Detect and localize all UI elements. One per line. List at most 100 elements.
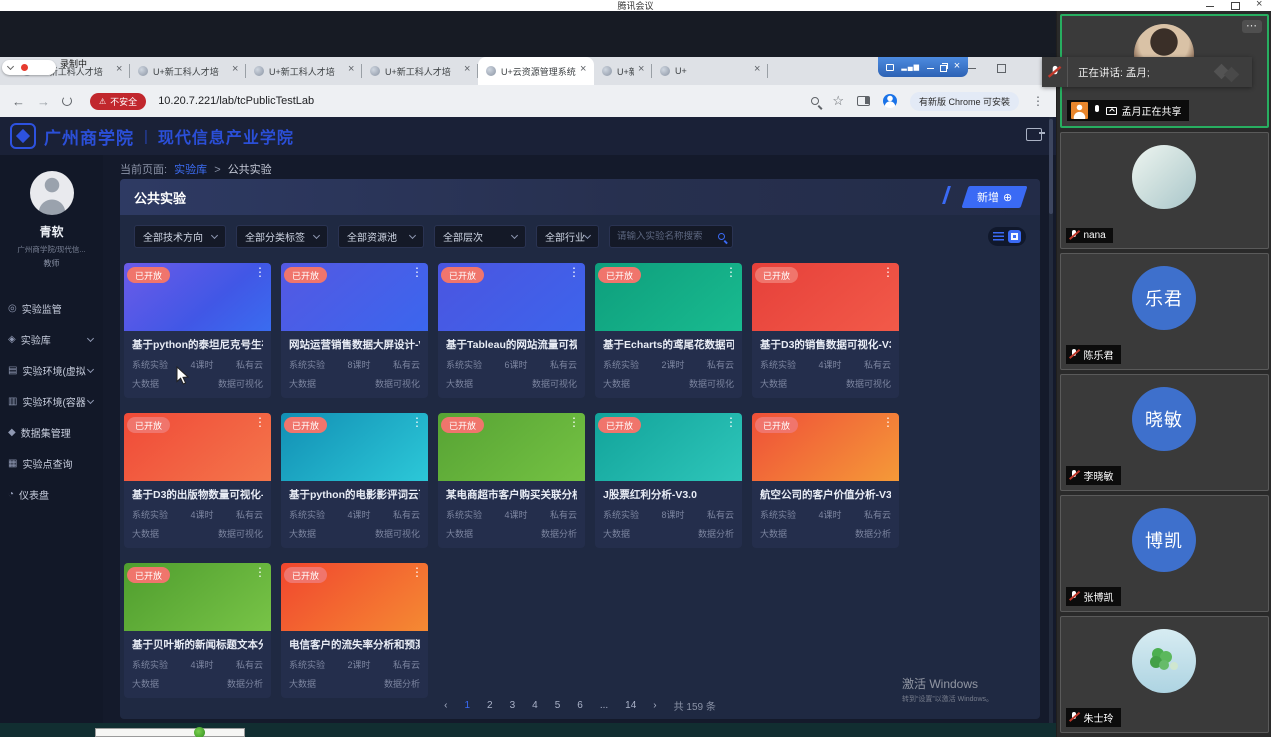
card-menu-icon[interactable] bbox=[725, 415, 737, 429]
list-view-icon[interactable] bbox=[993, 232, 1004, 241]
card-menu-icon[interactable] bbox=[568, 265, 580, 279]
share-toolbar-minimize-icon[interactable] bbox=[927, 63, 933, 71]
card-menu-icon[interactable] bbox=[254, 415, 266, 429]
browser-menu-icon[interactable] bbox=[1032, 92, 1044, 110]
tab-close-icon[interactable] bbox=[754, 67, 762, 75]
filter-dropdown[interactable]: 全部行业 bbox=[536, 225, 599, 248]
search-input[interactable] bbox=[617, 231, 718, 242]
tab-close-icon[interactable] bbox=[638, 67, 646, 75]
forward-icon[interactable]: → bbox=[37, 94, 50, 109]
sidebar-menu-item[interactable]: ◔ 仪表盘 bbox=[0, 479, 103, 510]
close-icon[interactable] bbox=[1256, 1, 1265, 10]
chrome-update-button[interactable]: 有新版 Chrome 可安裝 bbox=[910, 92, 1019, 111]
browser-tab[interactable]: U+新工科人才培 bbox=[246, 57, 362, 85]
experiment-card[interactable]: 已开放 基于D3的销售数据可视化-V3.0 系统实验 4课时 私有云 bbox=[752, 263, 899, 398]
security-badge[interactable]: 不安全 bbox=[90, 93, 146, 110]
page-number[interactable]: 5 bbox=[555, 700, 561, 711]
browser-tab[interactable]: U+ bbox=[652, 57, 768, 85]
profile-avatar-icon[interactable] bbox=[883, 94, 897, 108]
reload-icon[interactable] bbox=[62, 96, 72, 106]
exit-icon[interactable] bbox=[1026, 128, 1042, 141]
participant-tile[interactable]: 博凯 张博凯 bbox=[1060, 495, 1269, 612]
tab-label: U+新工科人才培 bbox=[153, 65, 228, 78]
experiment-card[interactable]: 已开放 基于python的电影影评词云可视... 系统实验 4课时 私有云 bbox=[281, 413, 428, 548]
grid-view-icon[interactable] bbox=[1008, 230, 1021, 243]
next-page-icon[interactable] bbox=[653, 700, 656, 711]
browser-tab[interactable]: U+新工科人才培 bbox=[362, 57, 478, 85]
page-number[interactable]: 3 bbox=[510, 700, 516, 711]
experiment-card[interactable]: 已开放 某电商超市客户购买关联分析-V... 系统实验 4课时 私有云 bbox=[438, 413, 585, 548]
tab-close-icon[interactable] bbox=[232, 67, 240, 75]
filter-dropdown[interactable]: 全部层次 bbox=[434, 225, 526, 248]
card-menu-icon[interactable] bbox=[882, 415, 894, 429]
card-category: 数据可视化 bbox=[846, 377, 891, 390]
page-number[interactable]: ... bbox=[600, 700, 608, 711]
muted-mic-box[interactable] bbox=[1042, 57, 1068, 87]
browser-tab[interactable]: U+新工科人才培 bbox=[594, 57, 652, 85]
participant-tile[interactable]: 朱士玲 bbox=[1060, 616, 1269, 733]
participant-tile[interactable]: 乐君 陈乐君 bbox=[1060, 253, 1269, 370]
scrollbar-thumb[interactable] bbox=[1049, 119, 1053, 214]
page-number[interactable]: 1 bbox=[464, 700, 470, 711]
page-number[interactable]: 6 bbox=[577, 700, 583, 711]
share-toolbar-close-icon[interactable] bbox=[954, 63, 960, 71]
minimize-icon[interactable] bbox=[1206, 1, 1215, 10]
bookmark-star-icon[interactable] bbox=[832, 92, 844, 110]
card-tag: 大数据 bbox=[760, 527, 787, 540]
search-icon[interactable] bbox=[718, 233, 725, 240]
participant-tile[interactable]: 晓敏 李晓敏 bbox=[1060, 374, 1269, 491]
page-number[interactable]: 2 bbox=[487, 700, 493, 711]
chevron-down-icon bbox=[584, 232, 591, 239]
sidebar-menu-item[interactable]: ▥ 实验环境(容器) bbox=[0, 386, 103, 417]
filter-dropdown[interactable]: 全部技术方向 bbox=[134, 225, 226, 248]
card-menu-icon[interactable] bbox=[725, 265, 737, 279]
page-number[interactable]: 14 bbox=[625, 700, 636, 711]
more-options-icon[interactable] bbox=[1242, 20, 1262, 33]
card-menu-icon[interactable] bbox=[568, 415, 580, 429]
page-number[interactable]: 4 bbox=[532, 700, 538, 711]
tab-close-icon[interactable] bbox=[348, 67, 356, 75]
experiment-card[interactable]: 已开放 基于贝叶斯的新闻标题文本分类-... 系统实验 4课时 私有云 bbox=[124, 563, 271, 698]
experiment-card[interactable]: 已开放 J股票红利分析-V3.0 系统实验 8课时 私有云 bbox=[595, 413, 742, 548]
card-menu-icon[interactable] bbox=[254, 265, 266, 279]
browser-tab[interactable]: U+云资源管理系统 bbox=[478, 57, 594, 85]
sidebar-menu-item[interactable]: ▤ 实验环境(虚拟机) bbox=[0, 355, 103, 386]
card-menu-icon[interactable] bbox=[411, 265, 423, 279]
share-toolbar-restore-icon[interactable] bbox=[940, 63, 946, 71]
tab-close-icon[interactable] bbox=[464, 67, 472, 75]
chrome-restore-button[interactable] bbox=[996, 61, 1008, 73]
filter-dropdown[interactable]: 全部分类标签 bbox=[236, 225, 328, 248]
experiment-card[interactable]: 已开放 航空公司的客户价值分析-V3.0 系统实验 4课时 私有云 bbox=[752, 413, 899, 548]
add-button[interactable]: 新增 bbox=[961, 186, 1027, 208]
card-menu-icon[interactable] bbox=[411, 565, 423, 579]
prev-page-icon[interactable] bbox=[444, 700, 447, 711]
experiment-card[interactable]: 已开放 基于D3的出版物数量可视化-V3.0 系统实验 4课时 私有云 bbox=[124, 413, 271, 548]
page-scrollbar[interactable] bbox=[1049, 117, 1053, 723]
experiment-card[interactable]: 已开放 基于Echarts的鸢尾花数据可视化... 系统实验 2课时 私有云 bbox=[595, 263, 742, 398]
experiment-card[interactable]: 已开放 电信客户的流失率分析和预测(py... 系统实验 2课时 私有云 bbox=[281, 563, 428, 698]
sidebar-menu-item[interactable]: ◆ 数据集管理 bbox=[0, 417, 103, 448]
sidebar-menu-item[interactable]: ◈ 实验库 bbox=[0, 324, 103, 355]
card-menu-icon[interactable] bbox=[254, 565, 266, 579]
back-icon[interactable]: ← bbox=[12, 94, 25, 109]
url-text[interactable]: 10.20.7.221/lab/tcPublicTestLab bbox=[158, 95, 799, 107]
card-menu-icon[interactable] bbox=[411, 415, 423, 429]
card-menu-icon[interactable] bbox=[882, 265, 894, 279]
sidebar-menu-item[interactable]: ◎ 实验监管 bbox=[0, 293, 103, 324]
experiment-card[interactable]: 已开放 网站运营销售数据大屏设计-V3.0 系统实验 8课时 私有云 bbox=[281, 263, 428, 398]
zoom-icon[interactable] bbox=[811, 97, 819, 105]
filter-dropdown[interactable]: 全部资源池 bbox=[338, 225, 424, 248]
meeting-share-toolbar[interactable] bbox=[878, 57, 968, 77]
floating-preview-window[interactable] bbox=[95, 728, 245, 737]
sidebar-menu-item[interactable]: ▦ 实验点查询 bbox=[0, 448, 103, 479]
breadcrumb-link[interactable]: 实验库 bbox=[174, 164, 207, 176]
experiment-card[interactable]: 已开放 基于Tableau的网站流量可视化-... 系统实验 6课时 私有云 bbox=[438, 263, 585, 398]
browser-tab[interactable]: U+新工科人才培 bbox=[130, 57, 246, 85]
side-panel-icon[interactable] bbox=[857, 96, 870, 106]
participant-tile[interactable]: nana bbox=[1060, 132, 1269, 249]
experiment-card[interactable]: 已开放 基于python的泰坦尼克号生存数... 系统实验 4课时 私有云 bbox=[124, 263, 271, 398]
maximize-icon[interactable] bbox=[1231, 1, 1240, 10]
tab-close-icon[interactable] bbox=[116, 67, 124, 75]
tab-close-icon[interactable] bbox=[580, 67, 588, 75]
recording-indicator[interactable] bbox=[2, 60, 56, 75]
